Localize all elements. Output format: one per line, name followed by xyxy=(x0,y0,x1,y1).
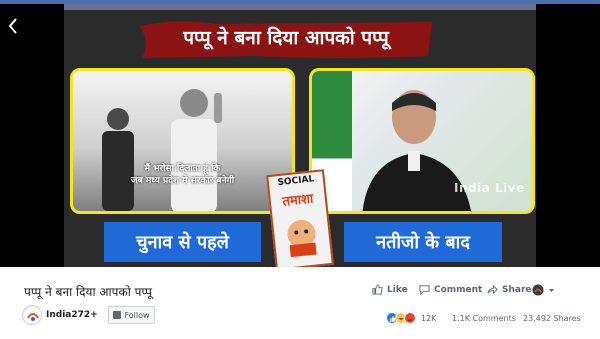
facebook-video-post: पप्पू ने बना दिया आपको पप्पू मैं भरोसा द… xyxy=(0,0,600,339)
title-banner: पप्पू ने बना दिया आपको पप्पू xyxy=(136,16,436,62)
speaker-figure xyxy=(171,89,222,211)
channel-watermark: India Live xyxy=(454,181,525,195)
reaction-count: 12K xyxy=(421,313,437,323)
comment-label: Comment xyxy=(434,284,483,295)
caption-line-1: मैं भरोसा दिलाता हूं कि xyxy=(144,164,221,174)
sticker-illustration xyxy=(287,219,317,258)
share-label: Share xyxy=(502,284,532,295)
video-frame: पप्पू ने बना दिया आपको पप्पू मैं भरोसा द… xyxy=(64,4,536,267)
thumbs-up-icon xyxy=(372,284,383,295)
post-title: पप्पू ने बना दिया आपको पप्पू xyxy=(24,285,152,299)
before-election-panel: मैं भरोसा दिलाता हूं कि जब मध्य प्रदेश म… xyxy=(70,68,295,214)
share-as-selector[interactable] xyxy=(532,284,555,296)
page-name-link[interactable]: India272+ xyxy=(46,310,98,320)
after-results-panel: India Live xyxy=(309,68,535,214)
avatar[interactable] xyxy=(22,305,42,325)
sticker-top-text: SOCIAL xyxy=(277,174,315,189)
page-logo-icon xyxy=(24,307,41,324)
like-button[interactable]: Like xyxy=(372,284,408,295)
follow-icon xyxy=(113,311,122,319)
speech-caption: मैं भरोसा दिलाता हूं कि जब मध्य प्रदेश म… xyxy=(73,163,292,187)
reactions-summary[interactable]: 12K xyxy=(386,312,436,324)
caption-line-2: जब मध्य प्रदेश में सरकार बनेगी xyxy=(130,176,235,186)
page-avatar-icon xyxy=(532,284,544,296)
banner-title: पप्पू ने बना दिया आपको पप्पू xyxy=(183,27,389,49)
label-after-results: नतीजो के बाद xyxy=(344,222,502,262)
label-before-election: चुनाव से पहले xyxy=(104,222,261,262)
caret-down-icon xyxy=(549,288,554,292)
share-button[interactable]: Share xyxy=(487,284,532,295)
comment-button[interactable]: Comment xyxy=(419,284,482,295)
like-label: Like xyxy=(387,284,408,295)
comments-count-link[interactable]: 1.1K Comments xyxy=(452,314,516,323)
comment-icon xyxy=(419,285,430,295)
follow-button[interactable]: Follow xyxy=(108,306,155,324)
social-tamasha-logo: SOCIAL तमाशा xyxy=(266,169,334,267)
chevron-left-icon[interactable] xyxy=(6,16,20,36)
angry-reaction-icon xyxy=(404,312,416,324)
bodyguard-figure xyxy=(102,108,134,211)
share-arrow-icon xyxy=(487,284,498,295)
follow-label: Follow xyxy=(124,310,150,320)
frame-top-glow xyxy=(64,4,536,10)
sticker-main-text: तमाशा xyxy=(281,191,315,210)
video-player[interactable]: पप्पू ने बना दिया आपको पप्पू मैं भरोसा द… xyxy=(0,4,600,267)
shares-count-link[interactable]: 23,492 Shares xyxy=(523,314,581,323)
